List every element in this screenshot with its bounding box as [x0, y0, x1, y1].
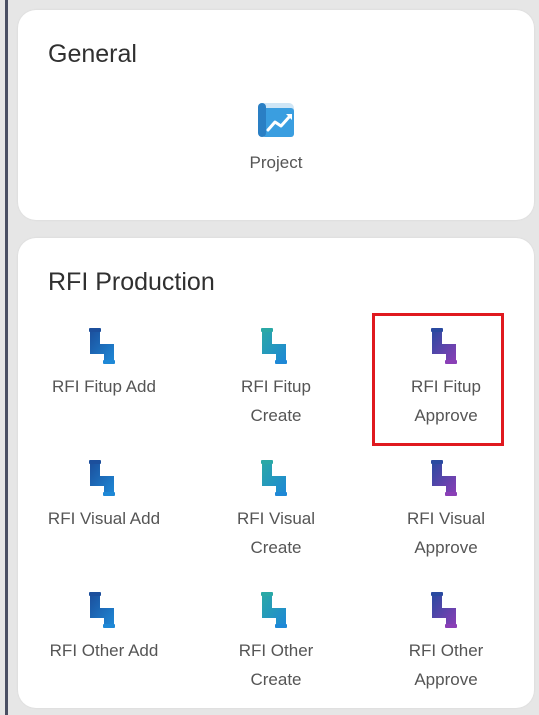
- rfi-other-create-tile[interactable]: RFI Other Create: [201, 590, 351, 694]
- rfi-visual-create-label: RFI Visual Create: [236, 509, 316, 557]
- pipe-icon: [261, 328, 287, 364]
- pipe-icon: [431, 460, 457, 496]
- pipe-icon: [431, 328, 457, 364]
- rfi-fitup-add-tile[interactable]: RFI Fitup Add: [29, 326, 179, 401]
- rfi-fitup-create-tile[interactable]: RFI Fitup Create: [201, 326, 351, 430]
- rfi-other-add-label: RFI Other Add: [49, 641, 159, 660]
- rfi-visual-create-tile[interactable]: RFI Visual Create: [201, 458, 351, 562]
- rfi-visual-approve-tile[interactable]: RFI Visual Approve: [371, 458, 521, 562]
- rfi-other-approve-tile[interactable]: RFI Other Approve: [371, 590, 521, 694]
- rfi-fitup-approve-tile[interactable]: RFI Fitup Approve: [371, 326, 521, 430]
- rfi-other-approve-label: RFI Other Approve: [408, 641, 484, 689]
- project-tile[interactable]: Project: [201, 100, 351, 177]
- project-label: Project: [249, 153, 303, 172]
- pipe-icon: [261, 460, 287, 496]
- pipe-icon: [89, 592, 115, 628]
- window-left-border: [5, 0, 8, 715]
- rfi-production-section-title: RFI Production: [48, 268, 215, 296]
- pipe-icon: [261, 592, 287, 628]
- rfi-visual-add-tile[interactable]: RFI Visual Add: [29, 458, 179, 533]
- project-chart-icon: [258, 103, 294, 137]
- rfi-other-add-tile[interactable]: RFI Other Add: [29, 590, 179, 665]
- pipe-icon: [89, 328, 115, 364]
- general-section: General Project: [18, 10, 534, 220]
- pipe-icon: [431, 592, 457, 628]
- rfi-visual-approve-label: RFI Visual Approve: [406, 509, 486, 557]
- rfi-other-create-label: RFI Other Create: [238, 641, 314, 689]
- rfi-fitup-create-label: RFI Fitup Create: [241, 377, 311, 425]
- rfi-fitup-add-label: RFI Fitup Add: [52, 377, 156, 396]
- rfi-visual-add-label: RFI Visual Add: [47, 509, 161, 528]
- general-section-title: General: [48, 40, 137, 68]
- pipe-icon: [89, 460, 115, 496]
- rfi-fitup-approve-label: RFI Fitup Approve: [411, 377, 481, 425]
